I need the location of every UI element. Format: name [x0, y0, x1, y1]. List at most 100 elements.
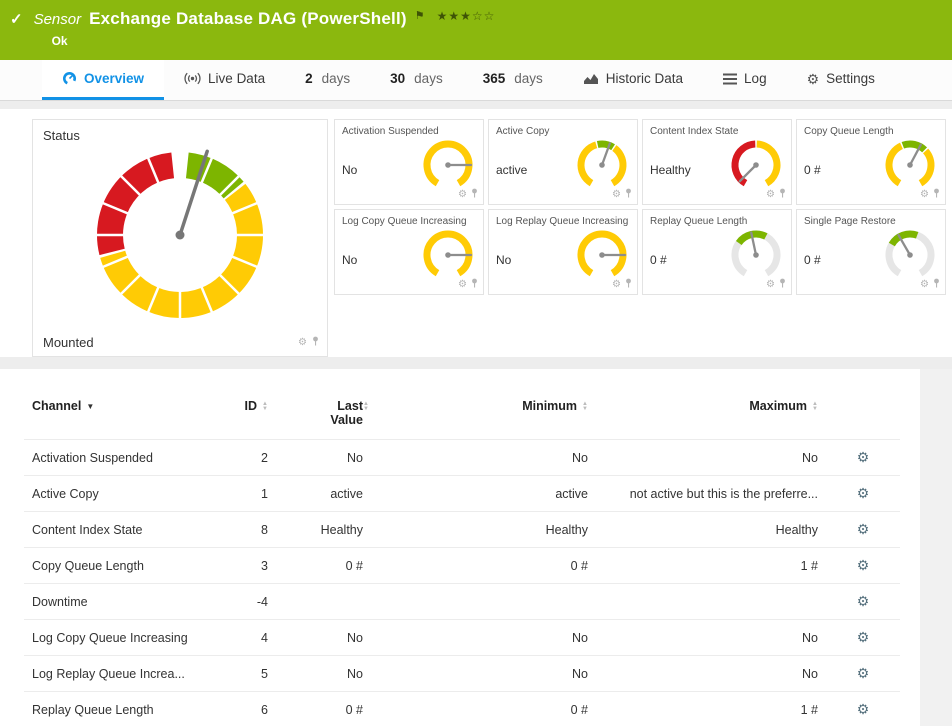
col-header-last-value[interactable]: Last Value▲▼ [276, 395, 371, 440]
tab-historic-data-label: Historic Data [606, 71, 683, 86]
flag-icon[interactable]: ⚑ [415, 9, 425, 22]
channel-gauge-panel[interactable]: Content Index State Healthy ⚙ [642, 119, 792, 205]
gear-icon[interactable]: ⚙ [298, 337, 307, 348]
tab-365-days-number: 365 [483, 71, 506, 86]
channel-settings-gear-icon[interactable]: ⚙ [857, 521, 870, 537]
channel-minimum: No [371, 656, 596, 692]
panel-action-icons: ⚙ [612, 278, 632, 291]
channel-gauge-panel[interactable]: Active Copy active ⚙ [488, 119, 638, 205]
gear-icon[interactable]: ⚙ [612, 279, 621, 290]
col-header-minimum[interactable]: Minimum▲▼ [371, 395, 596, 440]
channel-name[interactable]: Copy Queue Length [24, 548, 214, 584]
gauge-value: No [342, 253, 357, 267]
pin-icon[interactable] [779, 278, 786, 291]
tab-365-days-unit: days [514, 71, 543, 86]
channel-maximum: No [596, 620, 826, 656]
table-row[interactable]: Log Replay Queue Increa... 5 No No No ⚙ [24, 656, 900, 692]
gauge-title: Active Copy [496, 126, 630, 137]
channel-settings-gear-icon[interactable]: ⚙ [857, 485, 870, 501]
channel-settings-gear-icon[interactable]: ⚙ [857, 701, 870, 717]
channels-table: Channel▼ ID▲▼ Last Value▲▼ Minimum▲▼ Max… [24, 395, 900, 726]
channel-name[interactable]: Downtime [24, 584, 214, 620]
channel-name[interactable]: Log Copy Queue Increasing [24, 620, 214, 656]
channel-name[interactable]: Activation Suspended [24, 440, 214, 476]
channel-settings-gear-icon[interactable]: ⚙ [857, 665, 870, 681]
status-section: Status Mounted ⚙ Activation Suspended No… [0, 109, 952, 357]
channel-gauge [574, 227, 630, 283]
channel-id: 6 [214, 692, 276, 726]
pin-icon[interactable] [471, 278, 478, 291]
gear-icon[interactable]: ⚙ [920, 279, 929, 290]
pin-icon[interactable] [933, 278, 940, 291]
tab-overview[interactable]: Overview [42, 60, 164, 100]
gauge-title: Log Copy Queue Increasing [342, 216, 476, 227]
table-row[interactable]: Downtime -4 ⚙ [24, 584, 900, 620]
panel-action-icons: ⚙ [458, 188, 478, 201]
gear-icon[interactable]: ⚙ [766, 279, 775, 290]
channel-gauge [882, 227, 938, 283]
channel-gauge-panel[interactable]: Replay Queue Length 0 # ⚙ [642, 209, 792, 295]
channel-name[interactable]: Replay Queue Length [24, 692, 214, 726]
settings-gear-icon: ⚙ [807, 72, 820, 86]
pin-icon[interactable] [933, 188, 940, 201]
table-row[interactable]: Copy Queue Length 3 0 # 0 # 1 # ⚙ [24, 548, 900, 584]
tab-log[interactable]: Log [703, 60, 787, 100]
channel-gauge-panel[interactable]: Log Replay Queue Increasing No ⚙ [488, 209, 638, 295]
gauge-value: No [342, 163, 357, 177]
gauge-value: 0 # [804, 163, 821, 177]
channel-name[interactable]: Active Copy [24, 476, 214, 512]
pin-icon[interactable] [471, 188, 478, 201]
channel-gauge-panel[interactable]: Copy Queue Length 0 # ⚙ [796, 119, 946, 205]
channel-minimum: 0 # [371, 692, 596, 726]
tab-settings[interactable]: ⚙ Settings [787, 60, 895, 100]
tab-30-days-unit: days [414, 71, 443, 86]
pin-icon[interactable] [625, 278, 632, 291]
tab-30-days[interactable]: 30 days [370, 60, 463, 100]
channel-last-value: 0 # [276, 548, 371, 584]
channel-name[interactable]: Log Replay Queue Increa... [24, 656, 214, 692]
table-row[interactable]: Log Copy Queue Increasing 4 No No No ⚙ [24, 620, 900, 656]
gear-icon[interactable]: ⚙ [458, 279, 467, 290]
gauge-value: 0 # [804, 253, 821, 267]
gear-icon[interactable]: ⚙ [612, 189, 621, 200]
page-title: Exchange Database DAG (PowerShell) [89, 9, 407, 29]
table-row[interactable]: Activation Suspended 2 No No No ⚙ [24, 440, 900, 476]
col-header-channel[interactable]: Channel▼ [24, 395, 214, 440]
star-rating[interactable]: ★★★☆☆ [437, 9, 496, 23]
table-row[interactable]: Replay Queue Length 6 0 # 0 # 1 # ⚙ [24, 692, 900, 726]
pin-icon[interactable] [312, 336, 319, 349]
tab-365-days[interactable]: 365 days [463, 60, 563, 100]
channel-minimum: 0 # [371, 548, 596, 584]
table-row[interactable]: Content Index State 8 Healthy Healthy He… [24, 512, 900, 548]
gear-icon[interactable]: ⚙ [920, 189, 929, 200]
channel-settings-gear-icon[interactable]: ⚙ [857, 449, 870, 465]
pin-icon[interactable] [625, 188, 632, 201]
channel-name[interactable]: Content Index State [24, 512, 214, 548]
tab-2-days[interactable]: 2 days [285, 60, 370, 100]
col-header-id[interactable]: ID▲▼ [214, 395, 276, 440]
channel-settings-gear-icon[interactable]: ⚙ [857, 557, 870, 573]
tab-2-days-unit: days [322, 71, 351, 86]
gear-icon[interactable]: ⚙ [766, 189, 775, 200]
channel-settings-gear-icon[interactable]: ⚙ [857, 593, 870, 609]
channel-maximum: 1 # [596, 692, 826, 726]
channel-last-value: Healthy [276, 512, 371, 548]
sort-icon: ▲▼ [262, 402, 268, 412]
channel-maximum: 1 # [596, 548, 826, 584]
pin-icon[interactable] [779, 188, 786, 201]
channel-id: 4 [214, 620, 276, 656]
channel-id: 1 [214, 476, 276, 512]
channel-gauge-panel[interactable]: Single Page Restore 0 # ⚙ [796, 209, 946, 295]
channel-gauge-panel[interactable]: Log Copy Queue Increasing No ⚙ [334, 209, 484, 295]
tab-live-data[interactable]: Live Data [164, 60, 285, 100]
status-main-gauge[interactable] [43, 145, 317, 325]
channel-gauge-panel[interactable]: Activation Suspended No ⚙ [334, 119, 484, 205]
col-header-maximum[interactable]: Maximum▲▼ [596, 395, 826, 440]
table-row[interactable]: Active Copy 1 active active not active b… [24, 476, 900, 512]
channel-settings-gear-icon[interactable]: ⚙ [857, 629, 870, 645]
gear-icon[interactable]: ⚙ [458, 189, 467, 200]
status-panel: Status Mounted ⚙ [32, 119, 328, 357]
channel-minimum: No [371, 440, 596, 476]
gauge-title: Copy Queue Length [804, 126, 938, 137]
tab-historic-data[interactable]: Historic Data [563, 60, 703, 100]
